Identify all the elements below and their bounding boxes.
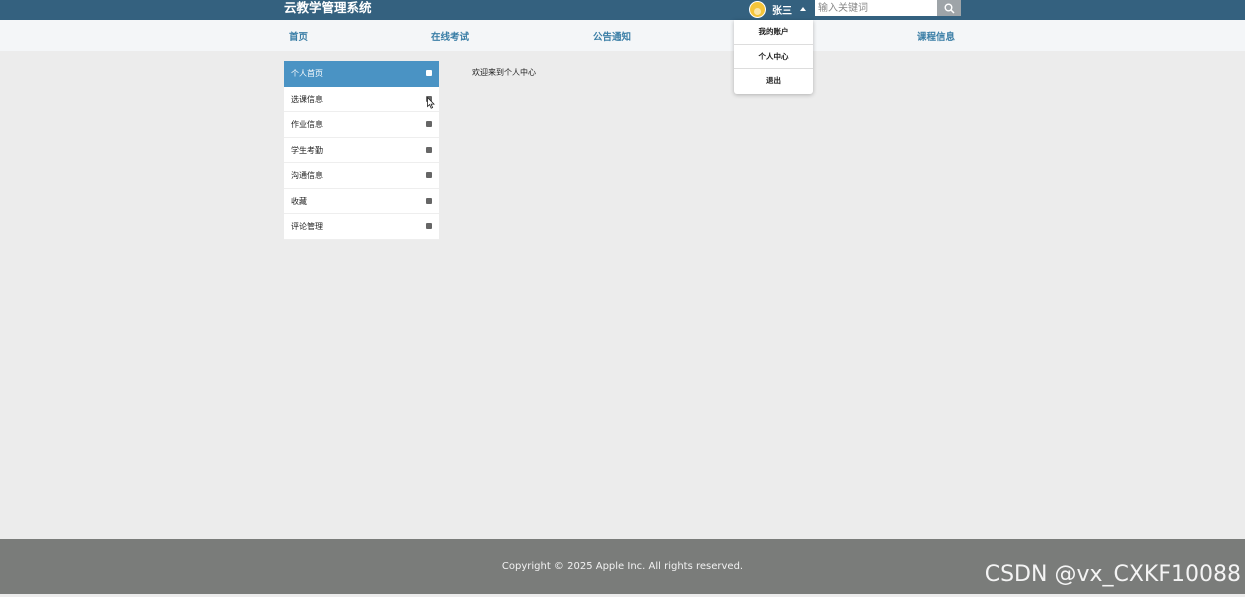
nav-home[interactable]: 首页	[289, 20, 308, 51]
nav-online-exam[interactable]: 在线考试	[431, 20, 469, 51]
bag-icon	[426, 146, 432, 153]
bag-icon	[426, 223, 432, 229]
welcome-message: 欢迎来到个人中心	[472, 68, 536, 77]
mouse-cursor-icon	[427, 97, 435, 109]
menu-item-logout[interactable]: 退出	[734, 69, 813, 94]
sidebar-item-comments[interactable]: 评论管理	[284, 214, 439, 240]
sidebar-item-label: 评论管理	[291, 222, 323, 231]
bag-icon	[426, 121, 432, 127]
sidebar-item-favorites[interactable]: 收藏	[284, 188, 439, 214]
avatar[interactable]	[749, 0, 766, 18]
user-dropdown-menu: 我的账户 个人中心 退出	[734, 20, 813, 94]
sidebar-item-label: 作业信息	[291, 120, 323, 129]
sidebar-item-label: 选课信息	[291, 94, 323, 104]
caret-up-icon[interactable]	[800, 7, 806, 11]
top-bar: 云教学管理系统 张三	[0, 0, 1245, 20]
search-button[interactable]	[937, 0, 961, 16]
sidebar-item-label: 学生考勤	[291, 145, 323, 155]
sidebar-item-label: 收藏	[291, 196, 307, 206]
sidebar-item-personal-home[interactable]: 个人首页	[284, 61, 439, 87]
app-title: 云教学管理系统	[284, 0, 372, 15]
sidebar-item-label: 个人首页	[291, 69, 323, 78]
watermark-text: CSDN @vx_CXKF10088	[984, 562, 1241, 587]
sidebar-item-homework[interactable]: 作业信息	[284, 112, 439, 138]
user-menu-toggle[interactable]: 张三	[749, 0, 806, 18]
sidebar: 个人首页 选课信息 作业信息 学生考勤 沟通信息 收藏 评论管理	[284, 61, 439, 240]
bag-icon	[426, 70, 432, 76]
menu-item-my-account[interactable]: 我的账户	[734, 20, 813, 45]
sidebar-item-label: 沟通信息	[291, 171, 323, 180]
main-nav: 首页 在线考试 公告通知 课程信息	[0, 20, 1245, 51]
sidebar-item-attendance[interactable]: 学生考勤	[284, 137, 439, 163]
sidebar-item-communication[interactable]: 沟通信息	[284, 163, 439, 189]
menu-item-personal-center[interactable]: 个人中心	[734, 45, 813, 69]
search-icon	[944, 3, 955, 14]
search-input[interactable]	[815, 0, 937, 16]
sidebar-item-course-selection[interactable]: 选课信息	[284, 86, 439, 112]
username-label[interactable]: 张三	[772, 2, 792, 17]
nav-course-info[interactable]: 课程信息	[917, 20, 955, 51]
nav-announcements[interactable]: 公告通知	[593, 20, 631, 51]
bag-icon	[426, 172, 432, 178]
bag-icon	[426, 197, 432, 204]
